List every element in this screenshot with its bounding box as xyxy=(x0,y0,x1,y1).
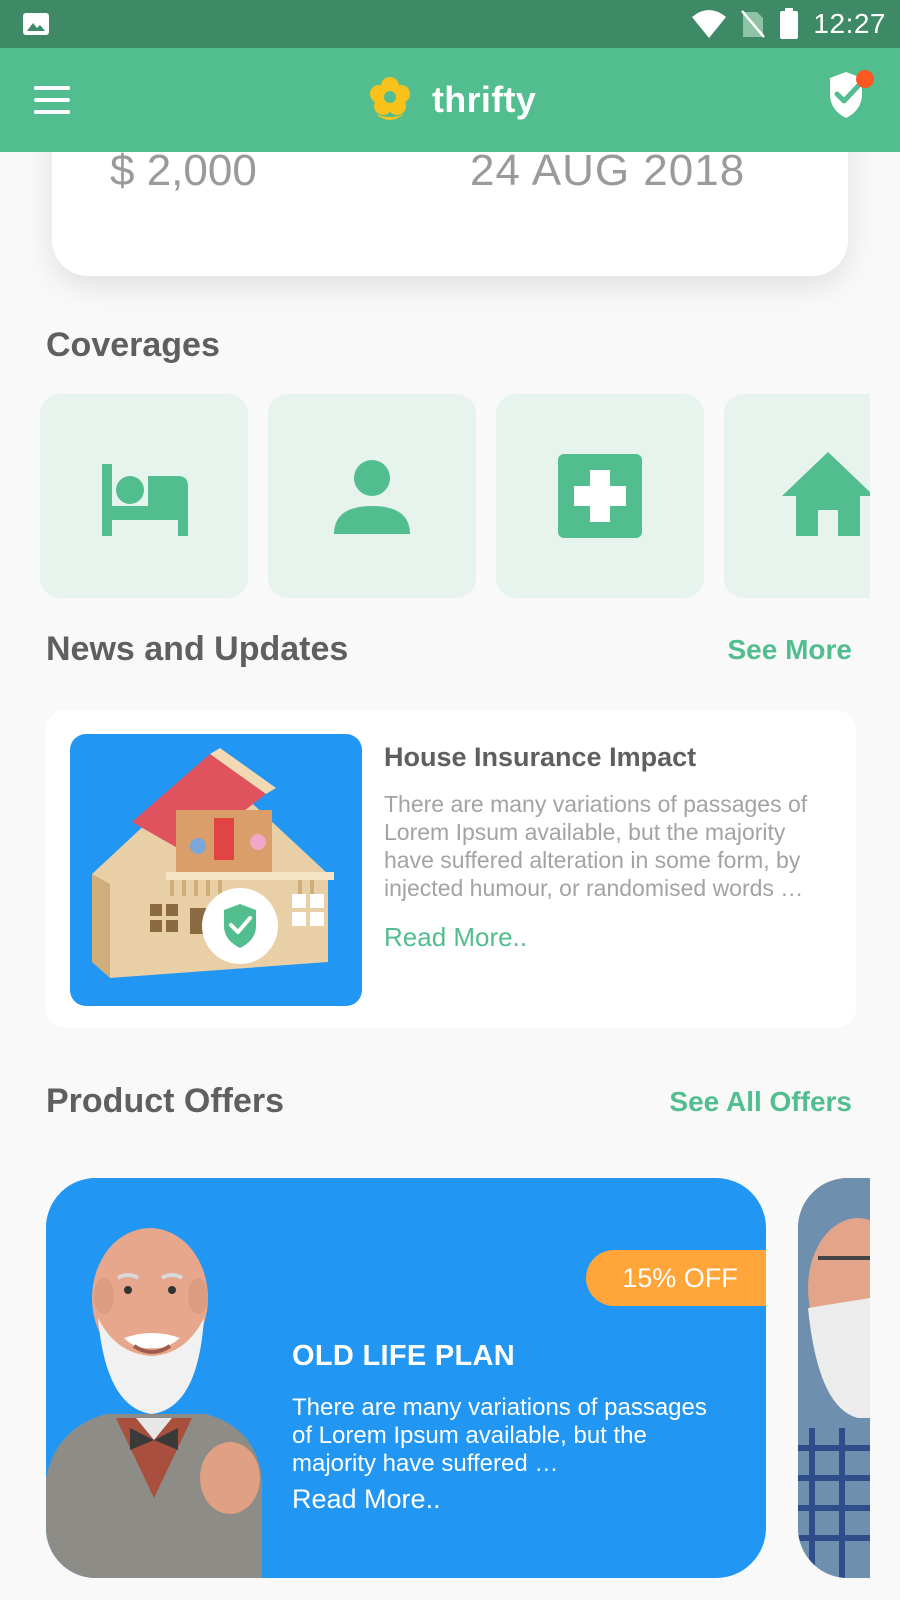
news-item-title: House Insurance Impact xyxy=(384,742,697,772)
home-icon xyxy=(782,452,870,536)
battery-icon xyxy=(780,8,799,39)
news-title: News and Updates xyxy=(46,630,349,668)
news-card[interactable]: House Insurance Impact There are many va… xyxy=(46,710,856,1028)
news-item-text: There are many variations of passages of… xyxy=(384,791,808,901)
senior-man-photo-2 xyxy=(798,1178,870,1578)
offers-title: Product Offers xyxy=(46,1082,285,1120)
dollhouse-illustration xyxy=(92,748,334,978)
home-screen: 12:27 thrifty $ 2,000 24 AUG 2018 Covera… xyxy=(0,0,900,1600)
hamburger-menu-icon[interactable] xyxy=(34,86,70,114)
medical-cross-icon xyxy=(558,454,642,538)
coverages-title: Coverages xyxy=(46,326,220,364)
brand: thrifty xyxy=(368,72,536,128)
policy-date: 24 AUG 2018 xyxy=(470,146,746,195)
news-read-more-link[interactable]: Read More.. xyxy=(384,922,527,953)
coverage-tile-person[interactable] xyxy=(268,394,476,598)
wifi-icon xyxy=(692,10,727,38)
discount-badge: 15% OFF xyxy=(586,1250,766,1306)
status-bar: 12:27 xyxy=(0,0,900,48)
coverage-tile-home[interactable] xyxy=(724,394,870,598)
offer-read-more-link[interactable]: Read More.. xyxy=(292,1484,441,1515)
coverage-tile-medical[interactable] xyxy=(496,394,704,598)
bed-icon xyxy=(102,464,188,536)
flower-logo-icon xyxy=(370,77,410,120)
senior-man-photo xyxy=(46,1178,262,1578)
see-all-offers-link[interactable]: See All Offers xyxy=(669,1086,852,1118)
image-icon xyxy=(23,13,49,35)
coverage-list xyxy=(40,394,870,598)
brand-name: thrifty xyxy=(432,79,537,120)
policy-amount: $ 2,000 xyxy=(110,146,257,195)
status-time: 12:27 xyxy=(813,8,886,39)
person-icon xyxy=(334,460,410,534)
offer-card-next[interactable] xyxy=(798,1178,870,1578)
offer-card[interactable]: 15% OFF OLD LIFE PLAN There are many var… xyxy=(46,1178,766,1578)
news-image xyxy=(70,734,362,1006)
coverage-tile-bed[interactable] xyxy=(40,394,248,598)
offer-text: There are many variations of passages of… xyxy=(292,1394,707,1477)
shield-check-icon[interactable] xyxy=(826,70,876,122)
offer-title: OLD LIFE PLAN xyxy=(292,1340,515,1372)
see-more-link[interactable]: See More xyxy=(728,634,853,666)
no-sim-icon xyxy=(741,10,766,38)
app-bar: thrifty xyxy=(0,48,900,152)
